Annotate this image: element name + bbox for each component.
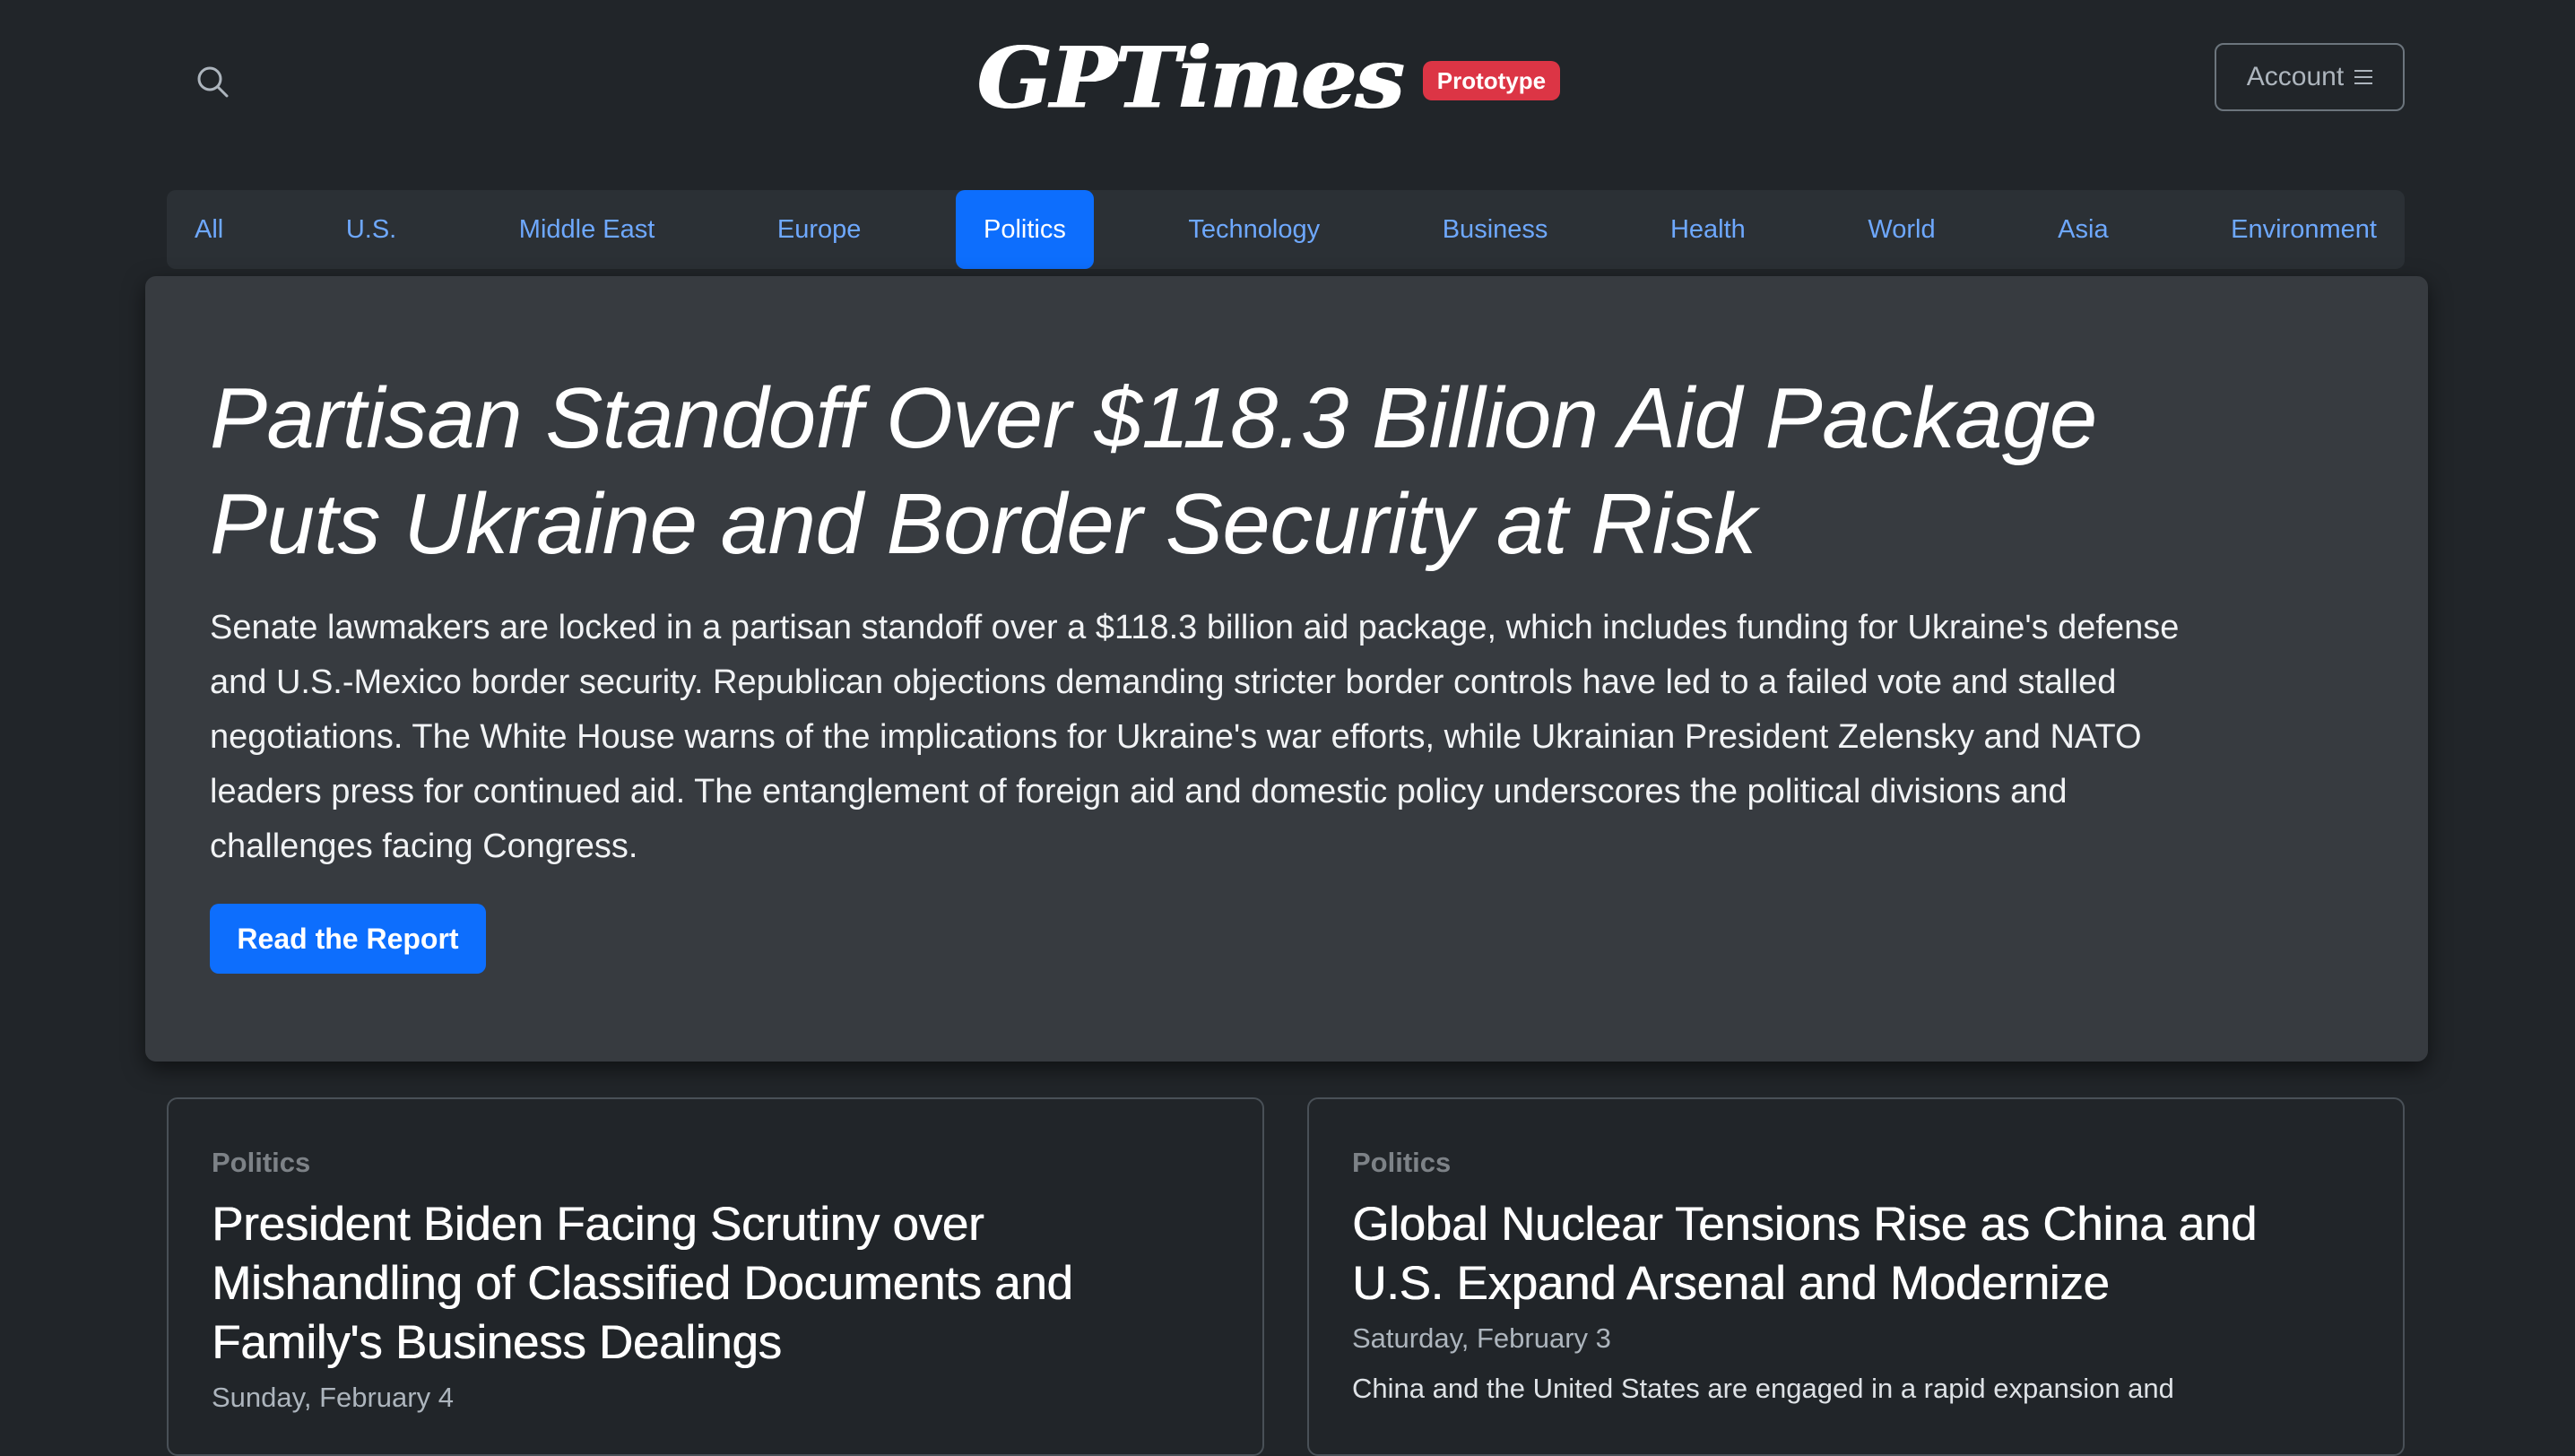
featured-article: Partisan Standoff Over $118.3 Billion Ai… [145,276,2428,1062]
article-excerpt: China and the United States are engaged … [1352,1373,2174,1405]
article-category: Politics [1352,1147,1452,1178]
nav-item-europe[interactable]: Europe [750,190,889,269]
nav-item-health[interactable]: Health [1643,190,1773,269]
brand: GPTimes Prototype [977,25,1561,133]
nav-item-technology[interactable]: Technology [1160,190,1348,269]
nav-item-world[interactable]: World [1840,190,1963,269]
nav-item-environment[interactable]: Environment [2203,190,2405,269]
article-card-body: Politics Global Nuclear Tensions Rise as… [1352,1146,2356,1408]
category-nav: All U.S. Middle East Europe Politics Tec… [167,190,2405,269]
article-card-body: Politics President Biden Facing Scrutiny… [212,1146,1216,1428]
nav-item-asia[interactable]: Asia [2030,190,2136,269]
site-header: GPTimes Prototype Account [0,0,2575,161]
article-date: Sunday, February 4 [212,1382,454,1414]
article-date: Saturday, February 3 [1352,1322,1611,1355]
nav-item-us[interactable]: U.S. [318,190,424,269]
read-report-button[interactable]: Read the Report [210,904,486,974]
article-category: Politics [212,1147,311,1178]
search-icon [197,66,229,98]
nav-item-all[interactable]: All [167,190,251,269]
site-logo[interactable]: GPTimes [977,36,1405,121]
search-button[interactable] [190,59,235,104]
article-card[interactable]: Politics Global Nuclear Tensions Rise as… [1307,1097,2405,1456]
menu-icon [2354,70,2373,84]
nav-item-middle-east[interactable]: Middle East [491,190,683,269]
account-button[interactable]: Account [2215,43,2405,111]
nav-item-politics[interactable]: Politics [955,190,1094,269]
nav-item-business[interactable]: Business [1415,190,1576,269]
account-label: Account [2246,62,2345,91]
article-headline[interactable]: President Biden Facing Scrutiny over Mis… [212,1195,1216,1373]
featured-headline[interactable]: Partisan Standoff Over $118.3 Billion Ai… [210,366,2272,577]
article-headline[interactable]: Global Nuclear Tensions Rise as China an… [1352,1195,2356,1313]
prototype-badge: Prototype [1422,60,1561,101]
featured-summary: Senate lawmakers are locked in a partisa… [210,609,2180,865]
article-card[interactable]: Politics President Biden Facing Scrutiny… [167,1097,1264,1456]
